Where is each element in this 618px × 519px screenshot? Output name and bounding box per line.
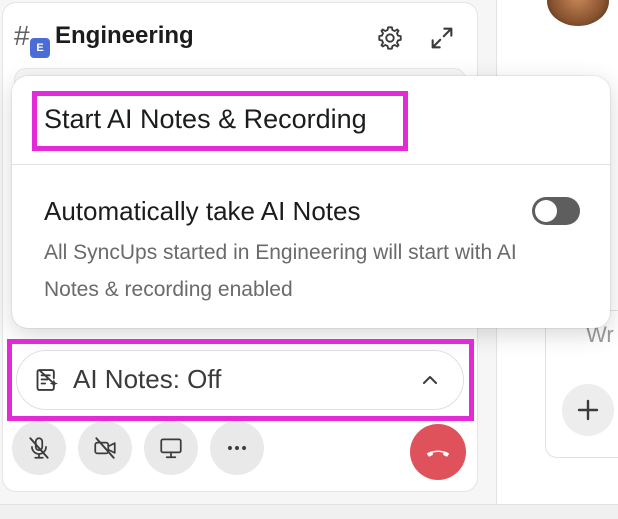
mic-off-icon [29, 437, 49, 459]
settings-button[interactable] [376, 24, 404, 52]
hangup-button[interactable] [410, 424, 466, 480]
mute-button[interactable] [12, 421, 66, 475]
auto-ai-notes-description: All SyncUps started in Engineering will … [44, 241, 517, 301]
gear-icon [378, 26, 402, 50]
channel-title: Engineering [55, 22, 194, 49]
toggle-knob [535, 200, 557, 222]
ai-notes-icon [36, 369, 58, 391]
ai-notes-icon-wrap [34, 366, 62, 394]
screen-share-button[interactable] [144, 421, 198, 475]
plus-icon [577, 399, 599, 421]
bottom-edge [0, 504, 618, 519]
ai-notes-status-label: AI Notes: Off [73, 364, 222, 394]
expand-button[interactable] [428, 24, 456, 52]
auto-ai-notes-toggle[interactable] [532, 197, 580, 225]
hash-icon: # [14, 20, 30, 51]
add-button[interactable] [562, 384, 614, 436]
channel-badge: E [30, 38, 50, 58]
start-ai-notes-recording-option[interactable]: Start AI Notes & Recording [44, 104, 367, 135]
camera-button[interactable] [78, 421, 132, 475]
auto-ai-notes-title: Automatically take AI Notes [44, 196, 361, 226]
expand-icon [431, 27, 453, 49]
more-options-button[interactable] [210, 421, 264, 475]
chevron-up-icon [423, 376, 437, 384]
chevron-wrap[interactable] [418, 370, 442, 390]
camera-off-icon [94, 437, 116, 459]
popover-divider [12, 164, 610, 165]
screen-share-icon [160, 438, 182, 459]
more-icon [228, 446, 246, 450]
hangup-icon [426, 450, 450, 457]
